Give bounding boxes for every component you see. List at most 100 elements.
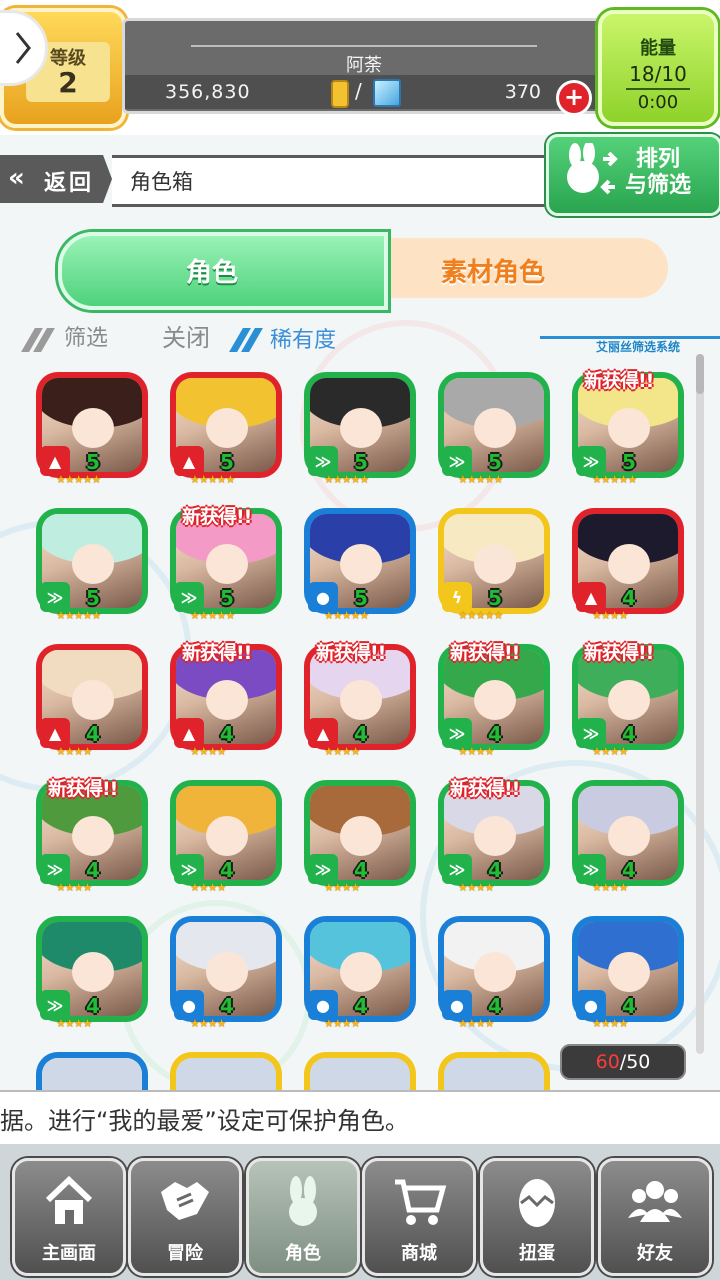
fire-element-icon: ▲ (40, 446, 70, 476)
nav-button-cart[interactable]: 商城 (362, 1158, 476, 1276)
nav-button-label: 扭蛋 (519, 1243, 555, 1264)
character-card[interactable]: ≫ 5 ★★★★★ (36, 508, 148, 622)
nav-button-friends[interactable]: 好友 (598, 1158, 712, 1276)
character-level: 4 (86, 858, 100, 882)
filter-state-toggle[interactable]: 关闭 (162, 318, 210, 353)
sort-filter-button[interactable]: 排列 与筛选 (546, 134, 720, 216)
character-level: 5 (220, 586, 234, 610)
character-card[interactable]: ≫ 4 ★★★★ 新获得!! (572, 642, 684, 758)
character-card[interactable]: ● 5 ★★★★★ (304, 508, 416, 622)
gem-amount: 370 (504, 81, 541, 103)
rarity-stars: ★★★★ (458, 1017, 494, 1030)
rarity-stars: ★★★★★ (324, 473, 369, 486)
filter-label: 与筛选 (625, 173, 692, 198)
count-current: 60 (595, 1051, 620, 1073)
handshake-icon (131, 1171, 239, 1231)
new-acquired-badge: 新获得!! (450, 778, 520, 800)
character-level: 4 (622, 858, 636, 882)
character-card[interactable]: ▲ 4 ★★★★ (36, 644, 148, 758)
character-level: 4 (354, 722, 368, 746)
character-card[interactable]: ▲ 5 ★★★★★ (170, 372, 282, 486)
buy-gems-plus-button[interactable]: + (556, 80, 592, 116)
character-card[interactable]: ≫ 4 ★★★★ 新获得!! (438, 778, 550, 894)
character-card[interactable]: ≫ 4 ★★★★ (36, 916, 148, 1030)
rarity-stars: ★★★★★ (592, 473, 637, 486)
grid-scrollbar[interactable] (696, 354, 704, 1054)
wind-element-icon: ≫ (174, 582, 204, 612)
character-card[interactable]: ≫ 4 ★★★★ (304, 780, 416, 894)
hint-ticker: 据。进行“我的最爱”设定可保护角色。 (0, 1090, 720, 1146)
character-card[interactable]: ● 4 ★★★★ (170, 916, 282, 1030)
wind-element-icon: ≫ (576, 854, 606, 884)
character-card[interactable]: ▲ 4 ★★★★ (572, 508, 684, 622)
gold-amount: 356,830 (165, 81, 251, 103)
scrollbar-thumb[interactable] (696, 354, 704, 394)
character-level: 5 (622, 450, 636, 474)
sort-key-label[interactable]: 稀有度 (270, 322, 336, 354)
character-card[interactable]: ≫ 5 ★★★★★ (438, 372, 550, 486)
wind-element-icon: ≫ (40, 990, 70, 1020)
character-card[interactable]: ≫ 5 ★★★★★ (304, 372, 416, 486)
character-card[interactable]: ● 4 ★★★★ (438, 916, 550, 1030)
water-element-icon: ● (308, 990, 338, 1020)
coin-icon (331, 80, 349, 108)
nav-button-home[interactable]: 主画面 (12, 1158, 126, 1276)
nav-button-handshake[interactable]: 冒险 (128, 1158, 242, 1276)
character-level: 4 (622, 586, 636, 610)
energy-value: 18/10 (629, 62, 687, 86)
water-element-icon: ● (174, 990, 204, 1020)
character-level: 5 (354, 450, 368, 474)
character-level: 5 (354, 586, 368, 610)
energy-panel[interactable]: 能量 18/10 0:00 (598, 10, 718, 126)
nav-button-rabbit[interactable]: 角色 (246, 1158, 360, 1276)
character-portrait (42, 1058, 142, 1090)
rarity-stars: ★★★★★ (190, 473, 235, 486)
character-level: 4 (354, 994, 368, 1018)
character-level: 5 (86, 450, 100, 474)
new-acquired-badge: 新获得!! (182, 642, 252, 664)
nav-button-egg[interactable]: 扭蛋 (480, 1158, 594, 1276)
character-portrait (444, 1058, 544, 1090)
character-card[interactable]: ≫ 4 ★★★★ (170, 780, 282, 894)
count-max: 50 (626, 1051, 651, 1073)
character-card[interactable]: ≫ 4 ★★★★ 新获得!! (36, 778, 148, 894)
character-card[interactable]: ϟ 5 ★★★★★ (438, 508, 550, 622)
nav-button-label: 主画面 (42, 1243, 96, 1264)
character-card[interactable] (170, 1052, 282, 1090)
back-button[interactable]: « 返回 (0, 155, 112, 203)
character-level: 4 (220, 858, 234, 882)
character-card[interactable]: ≫ 5 ★★★★★ 新获得!! (170, 506, 282, 622)
character-level: 4 (86, 994, 100, 1018)
page-title-bar: 角色箱 (112, 155, 562, 207)
character-card[interactable]: ▲ 5 ★★★★★ (36, 372, 148, 486)
character-card[interactable] (36, 1052, 148, 1090)
character-card[interactable]: ≫ 4 ★★★★ (572, 780, 684, 894)
character-card[interactable]: ● 4 ★★★★ (304, 916, 416, 1030)
chevron-right-icon (15, 32, 31, 64)
water-element-icon: ● (576, 990, 606, 1020)
nav-button-label: 冒险 (167, 1243, 203, 1264)
rarity-stars: ★★★★★ (190, 609, 235, 622)
new-acquired-badge: 新获得!! (450, 642, 520, 664)
character-card[interactable]: ≫ 5 ★★★★★ 新获得!! (572, 370, 684, 486)
character-card[interactable] (438, 1052, 550, 1090)
home-icon (15, 1171, 123, 1231)
rarity-stars: ★★★★ (190, 881, 226, 894)
rarity-stars: ★★★★ (56, 881, 92, 894)
player-info-bar: 阿荼 356,830 / 370 (122, 18, 606, 114)
character-level: 4 (488, 994, 502, 1018)
character-card[interactable] (304, 1052, 416, 1090)
wind-element-icon: ≫ (442, 854, 472, 884)
double-chevron-left-icon: « (8, 163, 25, 193)
character-card[interactable]: ▲ 4 ★★★★ 新获得!! (170, 642, 282, 758)
character-level: 4 (354, 858, 368, 882)
character-level: 4 (86, 722, 100, 746)
character-card[interactable]: ● 4 ★★★★ (572, 916, 684, 1030)
character-card[interactable]: ≫ 4 ★★★★ 新获得!! (438, 642, 550, 758)
tab-characters[interactable]: 角色 (58, 232, 388, 310)
wind-element-icon: ≫ (442, 718, 472, 748)
wind-element-icon: ≫ (40, 854, 70, 884)
character-card[interactable]: ▲ 4 ★★★★ 新获得!! (304, 642, 416, 758)
energy-timer: 0:00 (626, 88, 690, 113)
wind-element-icon: ≫ (576, 446, 606, 476)
